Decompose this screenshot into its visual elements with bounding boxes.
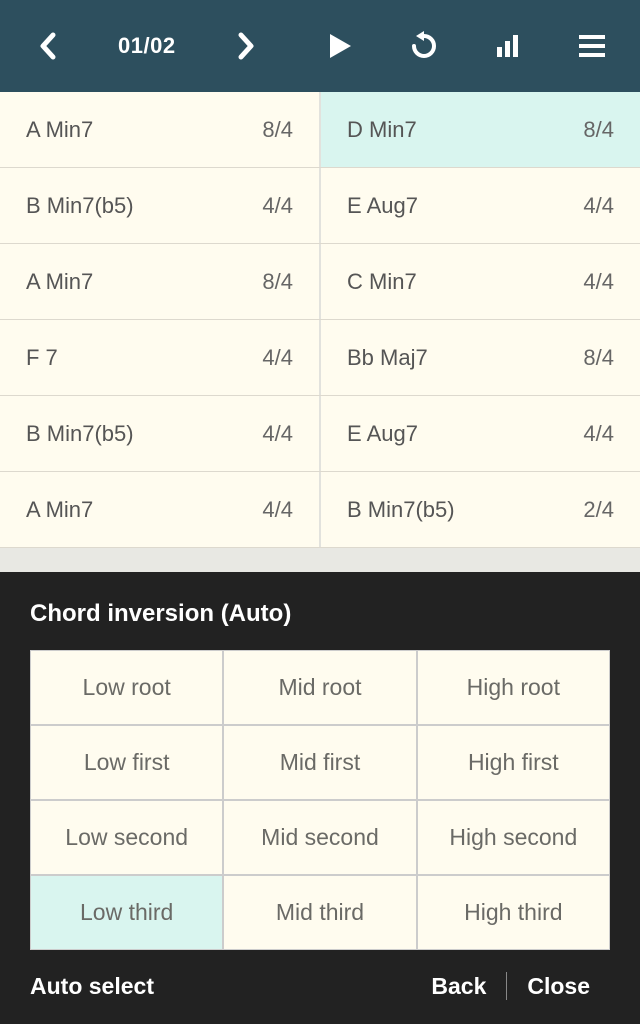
chord-cell[interactable]: F 7 4/4 — [0, 320, 321, 395]
chord-time-signature: 4/4 — [262, 421, 293, 447]
chord-cell[interactable]: D Min7 8/4 — [321, 92, 640, 167]
rewind-icon — [409, 31, 439, 61]
chord-cell[interactable]: E Aug7 4/4 — [321, 168, 640, 243]
chord-cell[interactable]: B Min7(b5) 4/4 — [0, 168, 321, 243]
chord-time-signature: 4/4 — [583, 193, 614, 219]
inversion-option[interactable]: Low second — [31, 801, 222, 874]
chord-time-signature: 4/4 — [583, 269, 614, 295]
chord-time-signature: 8/4 — [262, 269, 293, 295]
panel-title: Chord inversion (Auto) — [30, 600, 610, 628]
chord-name: E Aug7 — [347, 193, 418, 219]
back-button[interactable]: Back — [411, 973, 506, 1000]
chevron-right-icon — [237, 32, 255, 60]
chord-row: B Min7(b5) 4/4 E Aug7 4/4 — [0, 168, 640, 244]
chord-time-signature: 2/4 — [583, 497, 614, 523]
chord-cell[interactable]: C Min7 4/4 — [321, 244, 640, 319]
chord-name: F 7 — [26, 345, 58, 371]
chord-name: A Min7 — [26, 497, 93, 523]
chord-inversion-panel: Chord inversion (Auto) Low rootMid rootH… — [0, 572, 640, 1024]
bars-icon — [495, 33, 521, 59]
chord-name: D Min7 — [347, 117, 417, 143]
chord-name: A Min7 — [26, 269, 93, 295]
close-button[interactable]: Close — [507, 973, 610, 1000]
chord-row: A Min7 8/4 D Min7 8/4 — [0, 92, 640, 168]
chord-name: A Min7 — [26, 117, 93, 143]
chord-row: A Min7 8/4 C Min7 4/4 — [0, 244, 640, 320]
chord-time-signature: 4/4 — [262, 345, 293, 371]
chord-cell[interactable]: E Aug7 4/4 — [321, 396, 640, 471]
chord-time-signature: 8/4 — [262, 117, 293, 143]
chord-time-signature: 4/4 — [583, 421, 614, 447]
chevron-left-icon — [39, 32, 57, 60]
chord-time-signature: 4/4 — [262, 497, 293, 523]
inversion-option[interactable]: High second — [418, 801, 609, 874]
chord-name: B Min7(b5) — [26, 193, 134, 219]
prev-page-button[interactable] — [20, 32, 76, 60]
page-indicator: 01/02 — [118, 33, 176, 59]
inversion-option[interactable]: Mid first — [224, 726, 415, 799]
app-header: 01/02 — [0, 0, 640, 92]
inversion-option[interactable]: High first — [418, 726, 609, 799]
inversion-option[interactable]: High root — [418, 651, 609, 724]
chord-row: F 7 4/4 Bb Maj7 8/4 — [0, 320, 640, 396]
chord-name: B Min7(b5) — [26, 421, 134, 447]
next-page-button[interactable] — [218, 32, 274, 60]
chord-cell[interactable]: Bb Maj7 8/4 — [321, 320, 640, 395]
panel-footer: Auto select Back Close — [30, 972, 610, 1000]
inversion-option[interactable]: Mid root — [224, 651, 415, 724]
chord-cell[interactable]: A Min7 8/4 — [0, 92, 321, 167]
play-icon — [327, 32, 353, 60]
inversion-option[interactable]: Low third — [31, 876, 222, 949]
inversion-grid: Low rootMid rootHigh root Low firstMid fi… — [30, 650, 610, 950]
chord-time-signature: 8/4 — [583, 345, 614, 371]
chord-name: C Min7 — [347, 269, 417, 295]
play-button[interactable] — [312, 32, 368, 60]
inversion-option[interactable]: High third — [418, 876, 609, 949]
inversion-option[interactable]: Low root — [31, 651, 222, 724]
chord-name: B Min7(b5) — [347, 497, 455, 523]
inversion-option[interactable]: Mid third — [224, 876, 415, 949]
chord-grid: A Min7 8/4 D Min7 8/4 B Min7(b5) 4/4 E Aug7 4/4… — [0, 92, 640, 572]
chord-cell[interactable]: A Min7 4/4 — [0, 472, 321, 547]
menu-button[interactable] — [564, 35, 620, 57]
chord-cell[interactable]: B Min7(b5) 4/4 — [0, 396, 321, 471]
chord-row: B Min7(b5) 4/4 E Aug7 4/4 — [0, 396, 640, 472]
inversion-option[interactable]: Low first — [31, 726, 222, 799]
auto-select-button[interactable]: Auto select — [30, 973, 411, 1000]
chord-time-signature: 4/4 — [262, 193, 293, 219]
chord-row: A Min7 4/4 B Min7(b5) 2/4 — [0, 472, 640, 548]
chord-name: Bb Maj7 — [347, 345, 428, 371]
rewind-button[interactable] — [396, 31, 452, 61]
levels-button[interactable] — [480, 33, 536, 59]
inversion-option[interactable]: Mid second — [224, 801, 415, 874]
chord-cell[interactable]: B Min7(b5) 2/4 — [321, 472, 640, 547]
hamburger-icon — [579, 35, 605, 57]
chord-time-signature: 8/4 — [583, 117, 614, 143]
page-nav: 01/02 — [20, 32, 274, 60]
chord-name: E Aug7 — [347, 421, 418, 447]
chord-cell[interactable]: A Min7 8/4 — [0, 244, 321, 319]
